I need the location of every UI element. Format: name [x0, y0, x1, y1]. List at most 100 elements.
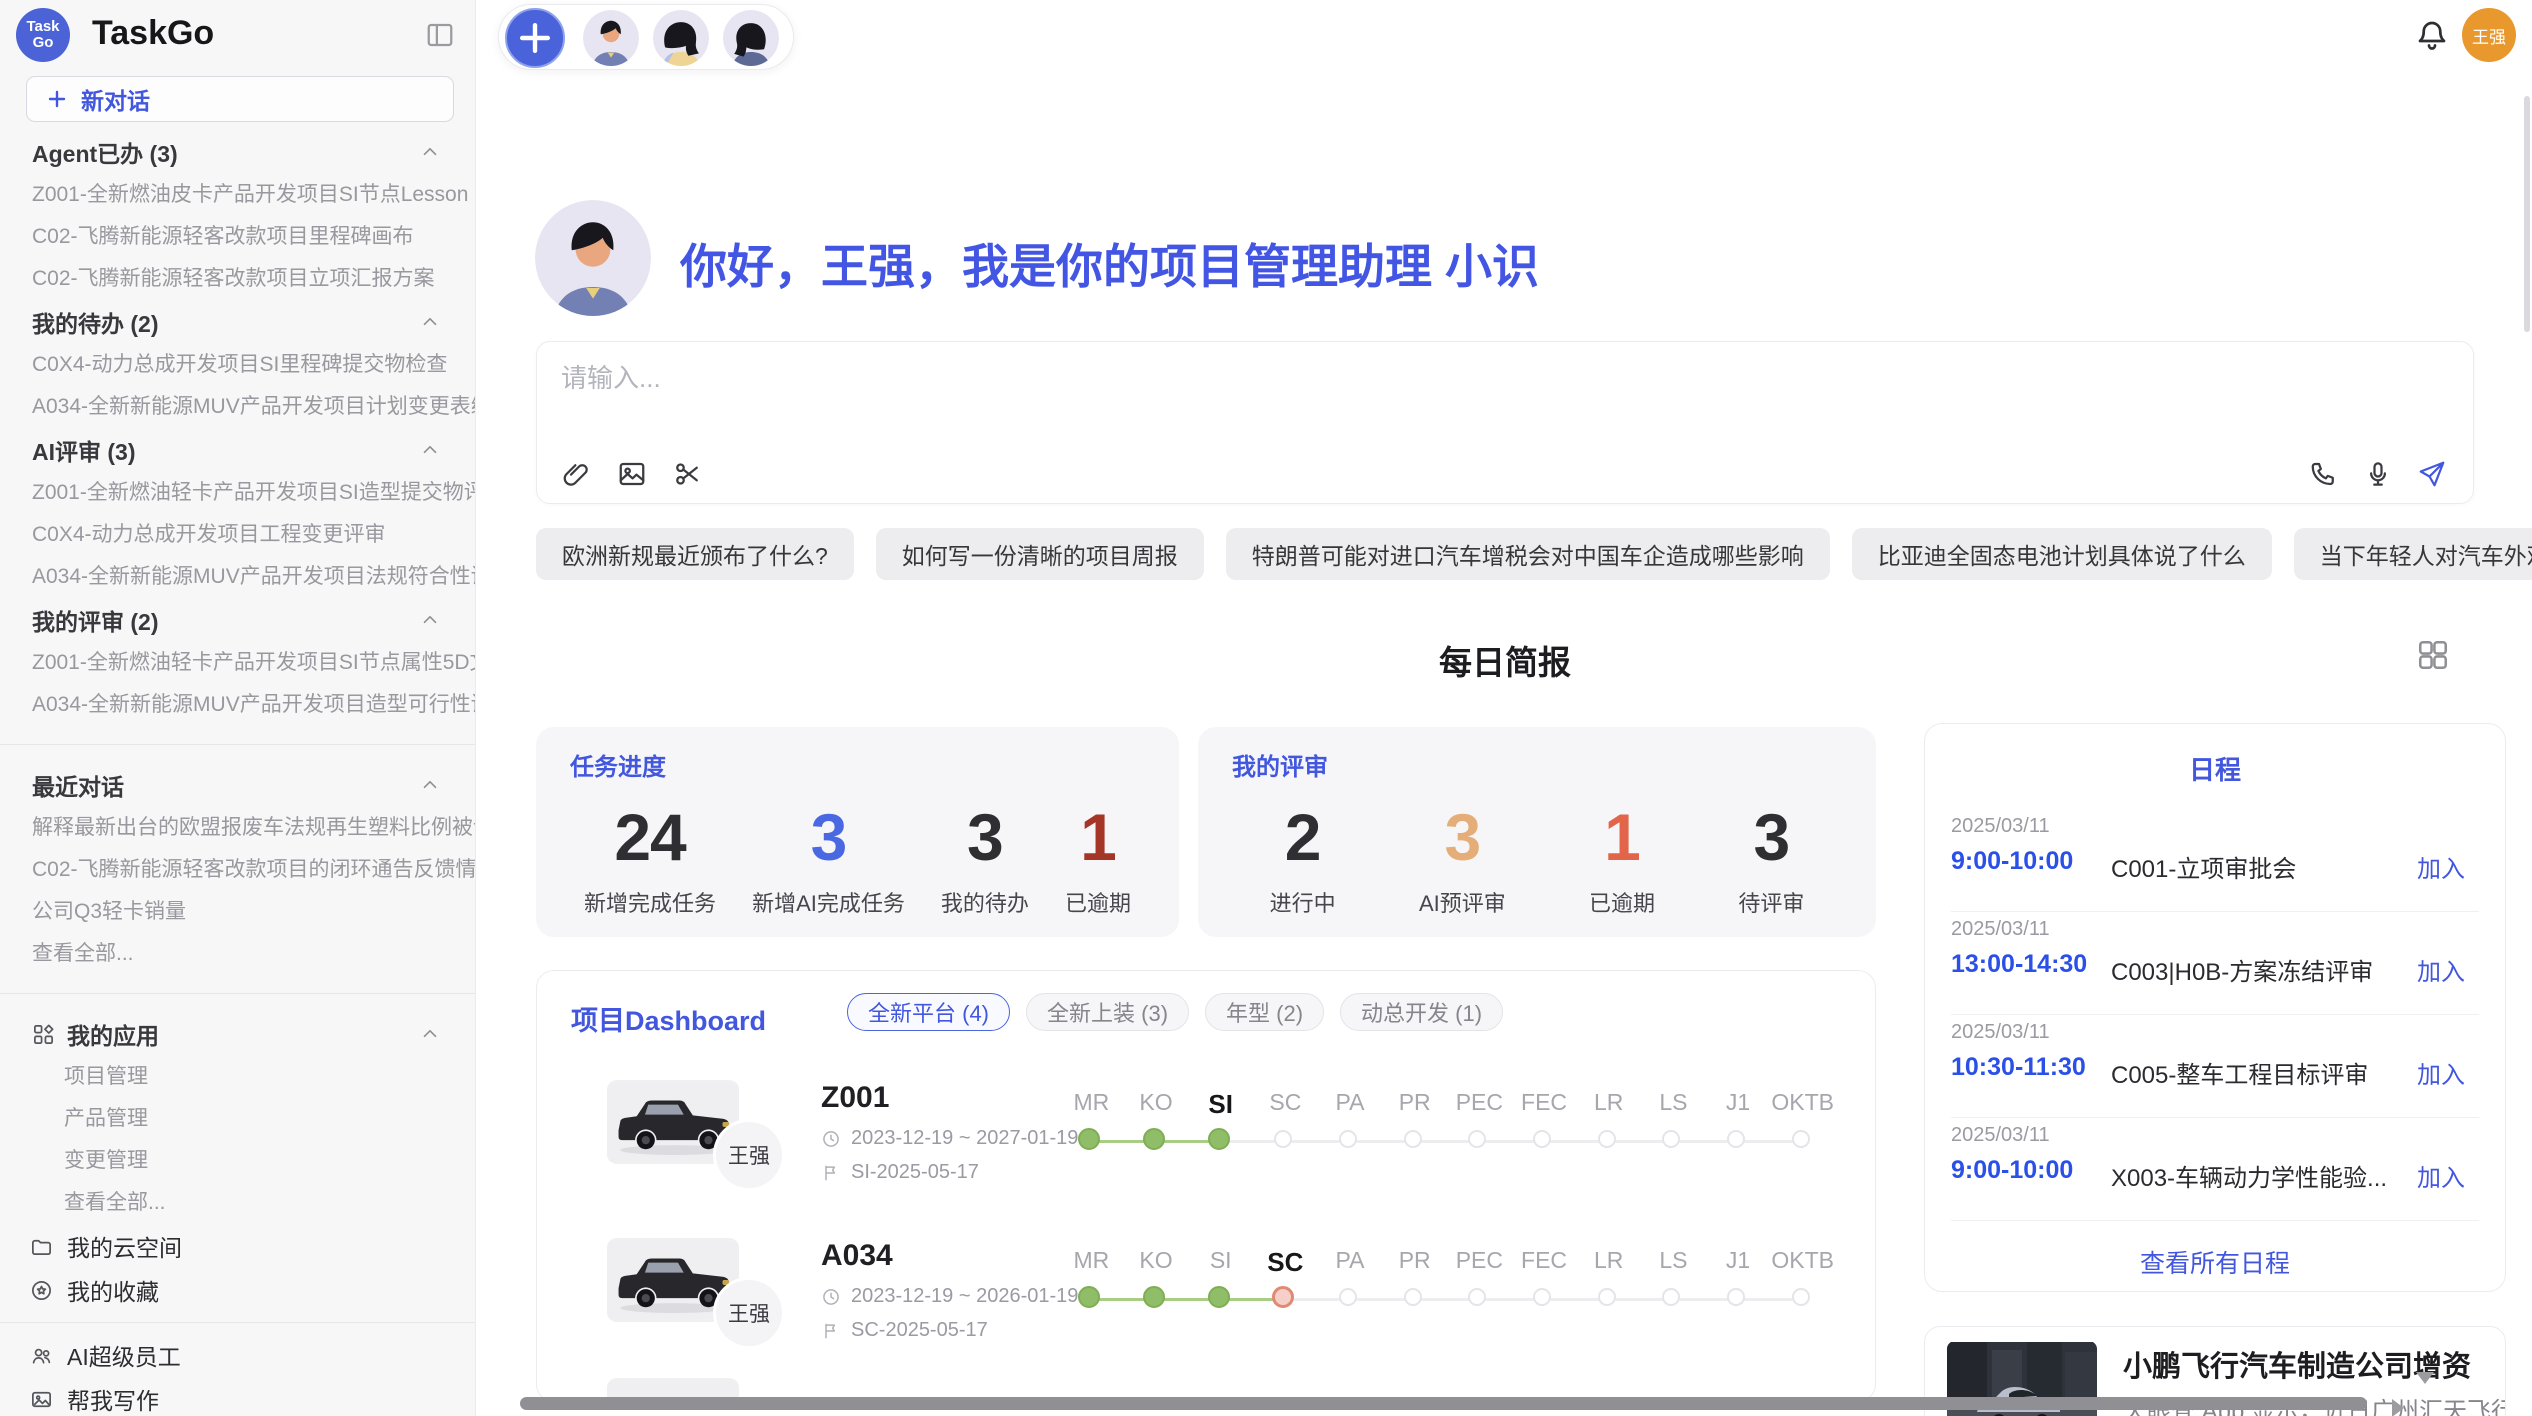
- milestone-label: J1: [1706, 1089, 1771, 1120]
- scissors-icon[interactable]: [673, 459, 703, 489]
- scroll-right-arrow[interactable]: [2392, 1399, 2404, 1416]
- sidebar-link-folder[interactable]: 我的云空间: [0, 1224, 475, 1268]
- milestone-node: [1468, 1288, 1486, 1306]
- image-icon[interactable]: [617, 459, 647, 489]
- sidebar-header: Task Go TaskGo: [0, 0, 475, 68]
- suggestion-chip[interactable]: 欧洲新规最近颁布了什么?: [536, 528, 854, 580]
- sidebar-item[interactable]: A034-全新新能源MUV产品开发项目造型可行性评审: [0, 684, 475, 726]
- sidebar-item[interactable]: C02-飞腾新能源轻客改款项目里程碑画布: [0, 216, 475, 258]
- project-dates: 2023-12-19 ~ 2027-01-19: [821, 1127, 1078, 1150]
- new-chat-label: 新对话: [81, 82, 150, 116]
- schedule-date: 2025/03/11: [1951, 918, 2050, 941]
- sidebar-section-header[interactable]: 我的应用: [0, 1012, 475, 1056]
- briefing-layout-icon[interactable]: [2416, 638, 2450, 672]
- sidebar-recent-item[interactable]: C02-飞腾新能源轻客改款项目的闭环通告反馈情况: [0, 849, 475, 891]
- milestone-node: [1208, 1286, 1230, 1308]
- add-member-button[interactable]: [505, 8, 565, 68]
- suggestion-chip[interactable]: 比亚迪全固态电池计划具体说了什么: [1852, 528, 2272, 580]
- dashboard-filter-chip[interactable]: 动总开发 (1): [1340, 993, 1503, 1031]
- schedule-join-link[interactable]: 加入: [2417, 1055, 2465, 1090]
- sidebar-view-all-link[interactable]: 查看全部...: [0, 933, 475, 975]
- stat-label: 新增AI完成任务: [752, 886, 905, 918]
- chevron-up-icon[interactable]: [419, 439, 441, 461]
- new-chat-button[interactable]: 新对话: [26, 76, 454, 122]
- schedule-item: 2025/03/119:00-10:00C001-立项审批会加入: [1951, 809, 2479, 912]
- sidebar-item[interactable]: C0X4-动力总成开发项目工程变更评审: [0, 514, 475, 556]
- notification-bell-icon[interactable]: [2414, 17, 2450, 53]
- stat-item: 24新增完成任务: [584, 804, 716, 918]
- sidebar-item[interactable]: Z001-全新燃油轻卡产品开发项目SI造型提交物评审: [0, 472, 475, 514]
- mic-icon[interactable]: [2363, 459, 2393, 489]
- project-code: A034: [821, 1239, 893, 1273]
- suggestion-chip[interactable]: 特朗普可能对进口汽车增税会对中国车企造成哪些影响: [1226, 528, 1830, 580]
- sidebar-section-header[interactable]: 最近对话: [0, 763, 475, 807]
- milestone-node: [1404, 1288, 1422, 1306]
- chevron-up-icon[interactable]: [419, 311, 441, 333]
- sidebar-section-header[interactable]: 我的评审 (2): [0, 598, 475, 642]
- milestone-node: [1272, 1286, 1294, 1308]
- schedule-join-link[interactable]: 加入: [2417, 1158, 2465, 1193]
- schedule-item: 2025/03/1110:30-11:30C005-整车工程目标评审加入: [1951, 1015, 2479, 1118]
- milestone-node: [1078, 1128, 1100, 1150]
- sidebar-section-header[interactable]: 我的待办 (2): [0, 300, 475, 344]
- suggestion-chip[interactable]: 当下年轻人对汽车外观有怎样的喜好趋势: [2294, 528, 2532, 580]
- milestone-label: SC: [1253, 1089, 1318, 1120]
- user-avatar[interactable]: 王强: [2462, 8, 2516, 62]
- sidebar-view-all-link[interactable]: 查看全部...: [0, 1182, 475, 1224]
- suggestion-chips: 欧洲新规最近颁布了什么? 如何写一份清晰的项目周报特朗普可能对进口汽车增税会对中国…: [536, 528, 2474, 580]
- milestone-label: FEC: [1512, 1247, 1577, 1278]
- sidebar-recent-chats: 最近对话解释最新出台的欧盟报废车法规再生塑料比例被调至15%...C02-飞腾新…: [0, 763, 475, 975]
- scroll-down-arrow[interactable]: [2416, 1372, 2434, 1384]
- collapse-sidebar-icon[interactable]: [425, 20, 455, 50]
- sidebar-item[interactable]: A034-全新新能源MUV产品开发项目计划变更表编写: [0, 386, 475, 428]
- sidebar-item[interactable]: A034-全新新能源MUV产品开发项目法规符合性评审: [0, 556, 475, 598]
- clock-icon: [821, 1129, 841, 1149]
- schedule-time: 13:00-14:30: [1951, 950, 2087, 979]
- stat-value: 1: [1080, 804, 1116, 870]
- sidebar-recent-item[interactable]: 解释最新出台的欧盟报废车法规再生塑料比例被调至15%...: [0, 807, 475, 849]
- chevron-up-icon[interactable]: [419, 774, 441, 796]
- schedule-time: 9:00-10:00: [1951, 847, 2073, 876]
- chevron-up-icon[interactable]: [419, 141, 441, 163]
- sidebar-section-header[interactable]: AI评审 (3): [0, 428, 475, 472]
- sidebar-item[interactable]: Z001-全新燃油轻卡产品开发项目SI节点属性5D文件评审: [0, 642, 475, 684]
- vertical-scrollbar[interactable]: [2524, 96, 2530, 332]
- suggestion-chip[interactable]: 如何写一份清晰的项目周报: [876, 528, 1204, 580]
- sidebar-link-star[interactable]: 我的收藏: [0, 1268, 475, 1312]
- sidebar-item[interactable]: C0X4-动力总成开发项目SI里程碑提交物检查: [0, 344, 475, 386]
- send-icon[interactable]: [2417, 459, 2447, 489]
- schedule-item: 2025/03/119:00-10:00X003-车辆动力学性能验...加入: [1951, 1118, 2479, 1221]
- horizontal-scrollbar[interactable]: [520, 1397, 2367, 1410]
- sidebar-item[interactable]: C02-飞腾新能源轻客改款项目立项汇报方案: [0, 258, 475, 300]
- stat-value: 3: [1444, 804, 1480, 870]
- chevron-up-icon[interactable]: [419, 609, 441, 631]
- project-owner-badge: 王强: [713, 1277, 785, 1349]
- sidebar-section-title: 最近对话: [32, 768, 124, 802]
- member-avatar[interactable]: [653, 10, 709, 66]
- schedule-join-link[interactable]: 加入: [2417, 849, 2465, 884]
- sidebar-app-item[interactable]: 变更管理: [0, 1140, 475, 1182]
- sidebar-link-write[interactable]: 帮我写作: [0, 1377, 475, 1416]
- briefing-card: 任务进度24新增完成任务3新增AI完成任务3我的待办1已逾期: [536, 727, 1179, 937]
- sidebar-app-item[interactable]: 产品管理: [0, 1098, 475, 1140]
- dashboard-filter-chip[interactable]: 全新上装 (3): [1026, 993, 1189, 1031]
- member-avatar[interactable]: [723, 10, 779, 66]
- sidebar-link-team[interactable]: AI超级员工: [0, 1333, 475, 1377]
- stat-label: 已逾期: [1589, 886, 1655, 918]
- sidebar-app-item[interactable]: 项目管理: [0, 1056, 475, 1098]
- member-avatar[interactable]: [583, 10, 639, 66]
- chevron-up-icon[interactable]: [419, 1023, 441, 1045]
- sidebar-item[interactable]: Z001-全新燃油皮卡产品开发项目SI节点Lesson Learn报告: [0, 174, 475, 216]
- schedule-view-all-link[interactable]: 查看所有日程: [1925, 1244, 2505, 1280]
- phone-icon[interactable]: [2309, 459, 2339, 489]
- schedule-date: 2025/03/11: [1951, 815, 2050, 838]
- sidebar-recent-item[interactable]: 公司Q3轻卡销量: [0, 891, 475, 933]
- schedule-join-link[interactable]: 加入: [2417, 952, 2465, 987]
- dashboard-filter-chip[interactable]: 年型 (2): [1205, 993, 1324, 1031]
- message-input[interactable]: [559, 356, 2159, 426]
- paperclip-icon[interactable]: [561, 459, 591, 489]
- dashboard-filter-chip[interactable]: 全新平台 (4): [847, 993, 1010, 1031]
- logo-text-top: Task: [26, 19, 59, 35]
- sidebar-section-header[interactable]: Agent已办 (3): [0, 130, 475, 174]
- milestone-label: OKTB: [1770, 1089, 1835, 1120]
